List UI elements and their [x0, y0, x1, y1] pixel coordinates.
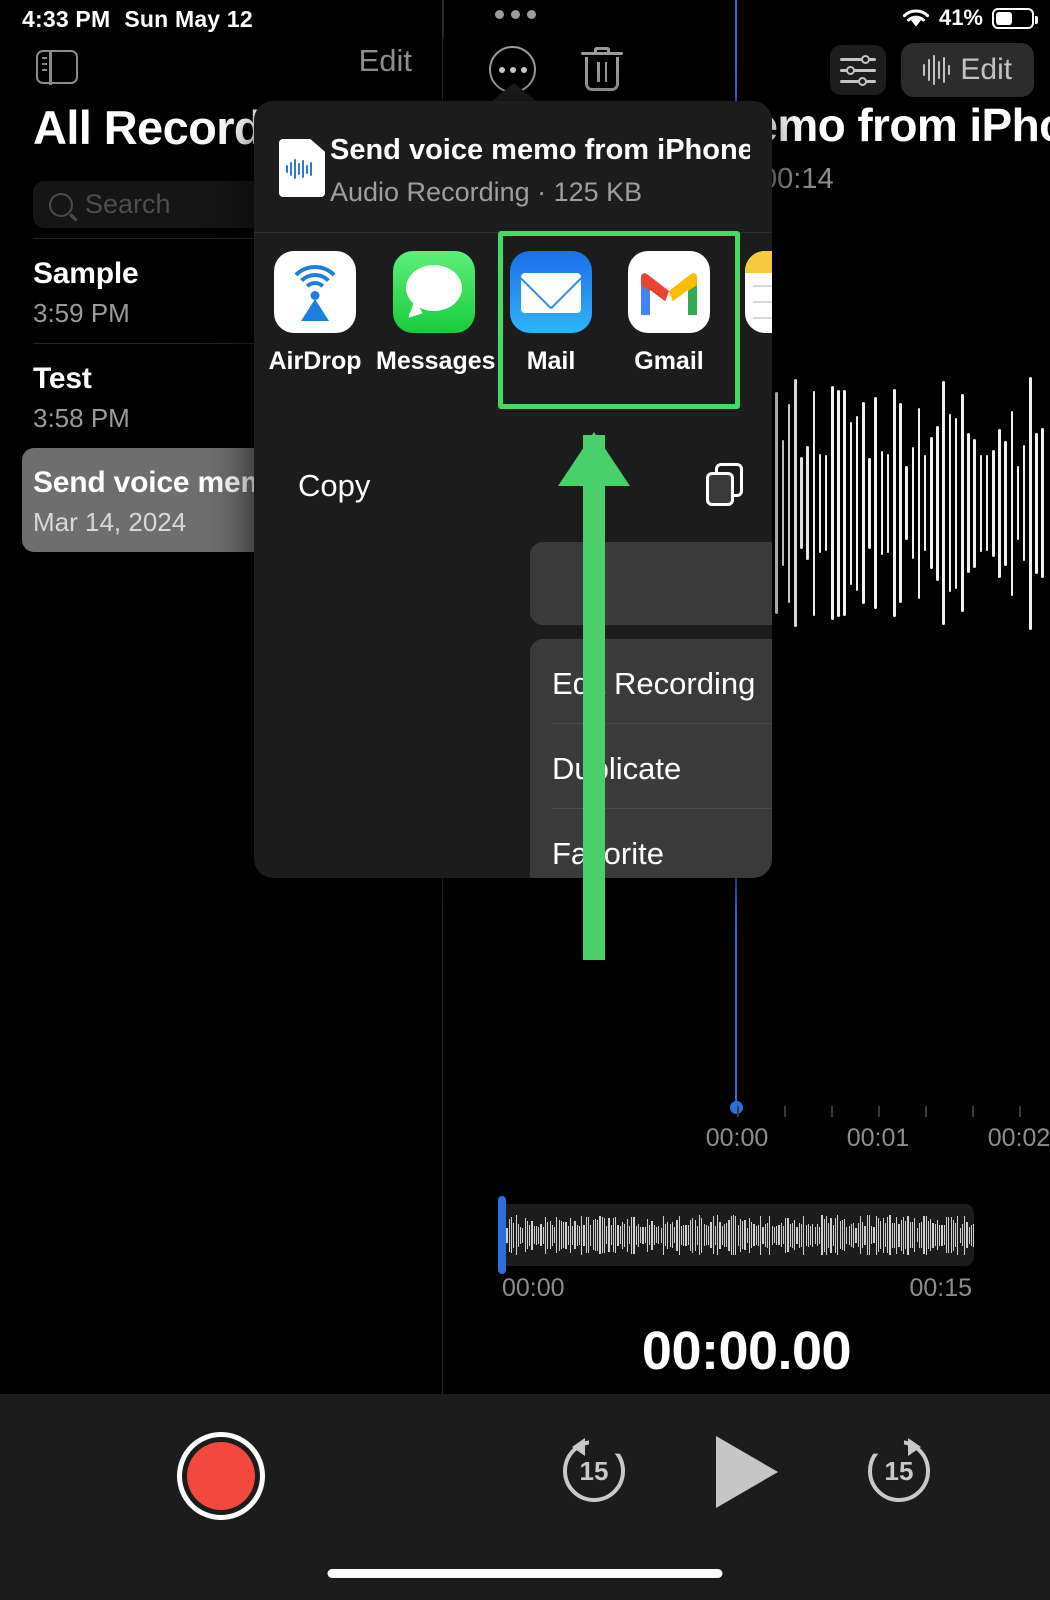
status-date: Sun May 12	[124, 6, 253, 32]
menu-item-edit-recording[interactable]: Edit Recording	[530, 639, 772, 724]
skip-forward-label: 15	[884, 1455, 914, 1486]
battery-icon	[992, 7, 1038, 29]
search-placeholder: Search	[85, 189, 171, 219]
share-app-label: AirDrop	[268, 347, 362, 375]
ruler-tick	[925, 1106, 927, 1117]
search-icon	[49, 192, 73, 217]
share-menu-copy[interactable]	[530, 542, 772, 625]
ruler-tick	[878, 1106, 880, 1117]
arrow-annotation-head	[558, 432, 630, 486]
trash-icon[interactable]	[581, 47, 623, 92]
home-indicator	[327, 1569, 723, 1578]
share-menu-group: Edit Recording Duplicate Favorite	[530, 639, 772, 878]
arrow-annotation-shaft	[583, 435, 605, 960]
audio-file-icon	[279, 139, 325, 197]
detail-waveform[interactable]	[763, 358, 1050, 648]
skip-back-15-icon[interactable]: 15	[563, 1438, 625, 1502]
skip-back-label: 15	[579, 1455, 609, 1486]
share-app-airdrop[interactable]: AirDrop	[257, 251, 373, 376]
ruler-label: 00:00	[705, 1124, 769, 1152]
menu-item-label: Duplicate	[552, 751, 682, 786]
sidebar-toolbar: Edit	[0, 38, 442, 100]
ruler-tick	[784, 1106, 786, 1117]
messages-icon	[393, 251, 475, 333]
status-bar-left: 4:33 PM Sun May 12	[22, 6, 253, 33]
ruler-tick	[737, 1106, 739, 1117]
status-bar-right: 41%	[902, 5, 1038, 31]
playback-controls: 15 15	[443, 1432, 1050, 1522]
status-bar: 4:33 PM Sun May 12 41%	[0, 0, 1050, 38]
play-icon[interactable]	[715, 1436, 778, 1508]
share-sheet-header: Send voice memo from iPhone t... Audio R…	[254, 101, 772, 232]
timeline-ruler[interactable]: 00:00 00:01 00:02	[443, 1106, 1050, 1166]
ruler-tick	[831, 1106, 833, 1117]
menu-item-duplicate[interactable]: Duplicate	[530, 724, 772, 809]
highlight-box-annotation	[498, 231, 740, 409]
battery-percent: 41%	[938, 5, 983, 30]
scrubber-handle[interactable]	[498, 1196, 506, 1274]
current-time-display: 00:00.00	[641, 1321, 852, 1381]
share-file-subtitle: Audio Recording · 125 KB	[330, 177, 643, 207]
menu-item-favorite[interactable]: Favorite	[530, 809, 772, 878]
sidebar-toggle-icon[interactable]	[36, 49, 78, 85]
wifi-icon	[902, 9, 930, 26]
detail-edit-button[interactable]: Edit	[901, 43, 1034, 97]
menu-item-label-copy: Copy	[298, 468, 371, 503]
share-app-label: Messages	[376, 347, 496, 375]
voice-memos-app: 4:33 PM Sun May 12 41% Edit All Recordin…	[0, 0, 1050, 1600]
ruler-label: 00:01	[846, 1124, 910, 1152]
ruler-label: 00:02	[987, 1124, 1050, 1152]
scrubber-start-time: 00:00	[502, 1274, 565, 1302]
waveform-icon	[922, 55, 951, 85]
skip-forward-15-icon[interactable]: 15	[868, 1438, 930, 1502]
copy-icon	[706, 463, 750, 507]
status-time: 4:33 PM	[22, 6, 111, 32]
share-app-messages[interactable]: Messages	[376, 251, 496, 376]
three-dots-indicator	[495, 10, 536, 19]
audio-settings-icon[interactable]	[830, 45, 886, 95]
scrubber-end-time: 00:15	[909, 1274, 972, 1302]
record-button[interactable]	[177, 1432, 265, 1520]
ruler-tick	[1019, 1106, 1021, 1117]
ruler-tick	[972, 1106, 974, 1117]
notes-icon	[745, 251, 772, 333]
scrubber-waveform[interactable]	[500, 1204, 974, 1266]
airdrop-icon	[274, 251, 356, 333]
sidebar-edit-button[interactable]: Edit	[359, 43, 412, 79]
share-file-title: Send voice memo from iPhone t...	[330, 134, 750, 166]
detail-edit-label: Edit	[960, 53, 1013, 86]
menu-item-label: Favorite	[552, 836, 664, 871]
